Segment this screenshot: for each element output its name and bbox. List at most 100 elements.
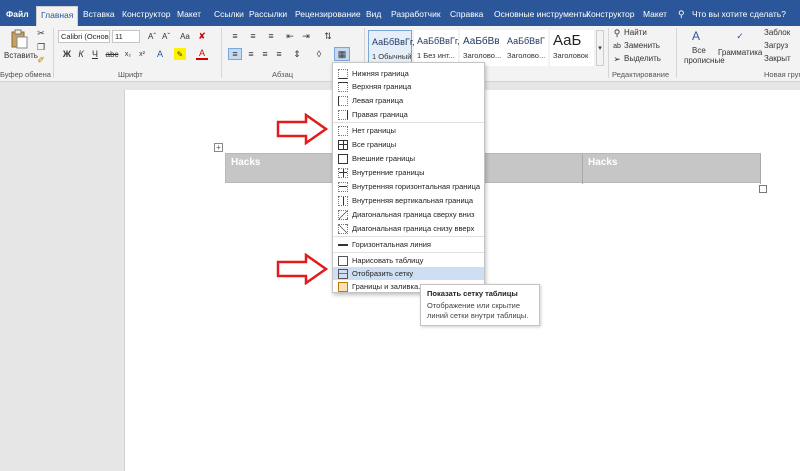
shrink-font-icon[interactable]: Aˇ <box>160 30 172 42</box>
tab-table-design[interactable]: Конструктор <box>586 6 634 24</box>
subscript-icon[interactable]: x₂ <box>122 48 134 60</box>
diagonal-up-border-icon <box>338 223 348 234</box>
menu-item-diagonal-down[interactable]: Диагональная граница сверху вниз <box>333 208 484 221</box>
justify-icon[interactable]: ≡ <box>272 48 286 60</box>
table[interactable]: Hacks Hacks <box>225 153 761 184</box>
tab-design[interactable]: Конструктор <box>122 6 170 24</box>
side-item-2[interactable]: Загруз <box>764 41 788 50</box>
decrease-indent-icon[interactable]: ⇤ <box>284 30 296 42</box>
style-normal[interactable]: АаБбВвГг, 1 Обычный <box>368 30 415 66</box>
format-painter-icon[interactable]: ✐ <box>36 55 46 65</box>
menu-item-inside-vertical[interactable]: Внутренняя вертикальная граница <box>333 194 484 207</box>
table-column-divider <box>582 154 583 184</box>
find-button[interactable]: Найти <box>624 28 647 37</box>
font-color-icon[interactable]: A <box>196 48 208 60</box>
font-size-field[interactable]: 11 <box>112 30 140 43</box>
menu-item-all-borders[interactable]: Все границы <box>333 138 484 151</box>
replace-icon[interactable]: ab <box>612 41 622 51</box>
table-cell-1[interactable]: Hacks <box>231 157 260 168</box>
grammar-icon[interactable]: ✓ <box>732 28 748 44</box>
style-heading-2[interactable]: АаБбВвГ Заголово... <box>504 30 548 66</box>
tab-home[interactable]: Главная <box>36 6 79 26</box>
select-button[interactable]: Выделить <box>624 54 661 63</box>
borders-button-icon[interactable]: ▦ <box>334 47 350 61</box>
italic-icon[interactable]: К <box>76 48 86 60</box>
tab-layout[interactable]: Макет <box>177 6 201 24</box>
style-heading-1[interactable]: АаБбВв Заголово... <box>460 30 504 66</box>
menu-item-draw-table[interactable]: Нарисовать таблицу <box>333 254 484 267</box>
tab-help[interactable]: Справка <box>450 6 483 24</box>
tab-table-layout[interactable]: Макет <box>643 6 667 24</box>
multilevel-list-icon[interactable]: ≡ <box>264 30 278 42</box>
font-group-label: Шрифт <box>118 70 143 79</box>
tab-mailings[interactable]: Рассылки <box>249 6 287 24</box>
menu-item-left-border[interactable]: Левая граница <box>333 94 484 107</box>
bold-icon[interactable]: Ж <box>62 48 72 60</box>
menu-item-bottom-border[interactable]: Нижняя граница <box>333 67 484 80</box>
menu-item-diagonal-up[interactable]: Диагональная граница снизу вверх <box>333 222 484 235</box>
styles-scroll-icon[interactable]: ▾ <box>596 30 604 66</box>
menu-item-outside-borders[interactable]: Внешние границы <box>333 152 484 165</box>
menu-item-top-border[interactable]: Верхняя граница <box>333 80 484 93</box>
underline-icon[interactable]: Ч <box>90 48 100 60</box>
change-case-icon[interactable]: Aa <box>178 30 192 42</box>
table-cell-2[interactable]: Hacks <box>588 157 617 168</box>
strikethrough-icon[interactable]: abc <box>106 48 119 60</box>
style-no-spacing[interactable]: АаБбВвГг, 1 Без инт... <box>414 30 460 66</box>
increase-indent-icon[interactable]: ⇥ <box>300 30 312 42</box>
numbering-icon[interactable]: ≡ <box>246 30 260 42</box>
side-item-1[interactable]: Заблок <box>764 28 790 37</box>
bullets-icon[interactable]: ≡ <box>228 30 242 42</box>
tooltip-body: Отображение или скрытие линий сетки внут… <box>427 301 529 320</box>
tab-file[interactable]: Файл <box>6 6 29 24</box>
paste-icon[interactable] <box>8 29 30 49</box>
line-spacing-icon[interactable]: ⇕ <box>290 48 304 60</box>
menu-item-horizontal-line[interactable]: Горизонтальная линия <box>333 238 484 251</box>
menu-item-inside-horizontal[interactable]: Внутренняя горизонтальная граница <box>333 180 484 193</box>
align-right-icon[interactable]: ≡ <box>258 48 272 60</box>
cut-icon[interactable]: ✂ <box>36 28 46 38</box>
find-icon[interactable]: ⚲ <box>612 28 622 38</box>
menu-item-inside-borders[interactable]: Внутренние границы <box>333 166 484 179</box>
copy-icon[interactable]: ❐ <box>36 42 46 52</box>
menu-item-view-gridlines[interactable]: Отобразить сетку <box>333 267 484 280</box>
tab-developer[interactable]: Разработчик <box>391 6 441 24</box>
side-item-3[interactable]: Закрыт <box>764 54 791 63</box>
table-resize-handle[interactable] <box>759 185 767 193</box>
align-center-icon[interactable]: ≡ <box>244 48 258 60</box>
font-name-field[interactable]: Calibri (Основ <box>58 30 110 43</box>
tab-view[interactable]: Вид <box>366 6 381 24</box>
menu-item-right-border[interactable]: Правая граница <box>333 108 484 121</box>
red-arrow-icon <box>276 113 328 145</box>
tab-main-tools[interactable]: Основные инструменты <box>494 6 588 24</box>
borders-and-shading-icon <box>338 281 348 292</box>
grammar-button[interactable]: Грамматика <box>718 48 762 57</box>
tell-me-box[interactable]: Что вы хотите сделать? <box>692 6 786 24</box>
clear-format-icon[interactable]: ✘ <box>196 30 208 42</box>
replace-button[interactable]: Заменить <box>624 41 660 50</box>
sort-icon[interactable]: ⇅ <box>322 30 334 42</box>
shading-icon[interactable]: ◊ <box>312 48 326 60</box>
all-caps-label-1[interactable]: Все <box>692 46 706 55</box>
change-case-large-icon[interactable]: A <box>688 28 704 44</box>
tab-references[interactable]: Ссылки <box>214 6 244 24</box>
tab-review[interactable]: Рецензирование <box>295 6 361 24</box>
table-move-handle-icon[interactable]: + <box>214 143 223 152</box>
menu-separator <box>333 236 484 237</box>
superscript-icon[interactable]: x² <box>136 48 148 60</box>
all-caps-label-2[interactable]: прописные <box>684 56 725 65</box>
view-gridlines-icon <box>338 268 348 279</box>
highlight-icon[interactable]: ✎ <box>174 48 186 60</box>
inside-horizontal-border-icon <box>338 181 348 192</box>
menu-item-no-border[interactable]: Нет границы <box>333 124 484 137</box>
tab-insert[interactable]: Вставка <box>83 6 115 24</box>
menu-separator <box>333 252 484 253</box>
align-left-icon[interactable]: ≡ <box>228 48 242 60</box>
text-effects-icon[interactable]: A <box>154 48 166 60</box>
grow-font-icon[interactable]: Aˆ <box>146 30 158 42</box>
paste-button[interactable]: Вставить <box>4 51 38 60</box>
outside-borders-icon <box>338 153 348 164</box>
horizontal-line-icon <box>338 239 348 250</box>
style-title[interactable]: АаБ Заголовок <box>550 30 594 66</box>
select-icon[interactable]: ➢ <box>612 54 622 64</box>
